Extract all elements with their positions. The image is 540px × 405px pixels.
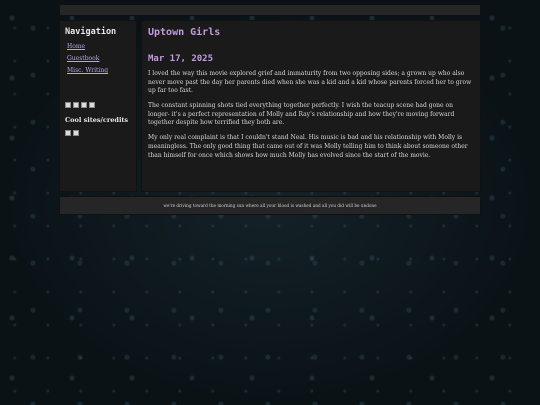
nav-link-home[interactable]: Home	[67, 43, 136, 50]
cool-site-button[interactable]	[65, 130, 71, 136]
content-row: Navigation Home Guestbook Misc. Writing …	[59, 20, 481, 192]
badge-image[interactable]	[89, 102, 95, 108]
paragraph: My only real complaint is that I couldn'…	[148, 134, 468, 159]
cool-site-button[interactable]	[73, 130, 79, 136]
page-title: Uptown Girls	[148, 27, 221, 38]
sidebar: Navigation Home Guestbook Misc. Writing …	[59, 20, 137, 192]
paragraph: I loved the way this movie explored grie…	[148, 70, 472, 95]
cool-sites-badges	[65, 130, 105, 136]
main-content: Uptown Girls Mar 17, 2025 I loved the wa…	[141, 20, 481, 192]
nav-heading: Navigation	[65, 27, 117, 37]
badge-image[interactable]	[81, 102, 87, 108]
nav-link-misc-writing[interactable]: Misc. Writing	[67, 67, 136, 74]
badge-image[interactable]	[65, 102, 71, 108]
top-bar	[59, 4, 481, 16]
badge-image[interactable]	[73, 102, 79, 108]
badge-group	[65, 102, 105, 108]
footer-text: we're driving toward the morning sun whe…	[163, 203, 377, 208]
post-date: Mar 17, 2025	[148, 54, 214, 64]
footer: we're driving toward the morning sun whe…	[59, 196, 481, 215]
nav-link-guestbook[interactable]: Guestbook	[67, 55, 136, 62]
paragraph: The constant spinning shots tied everyth…	[148, 102, 455, 127]
cool-sites-heading: Cool sites/credits	[65, 116, 129, 124]
page-frame: Navigation Home Guestbook Misc. Writing …	[59, 4, 481, 215]
nav-links: Home Guestbook Misc. Writing	[65, 43, 136, 74]
